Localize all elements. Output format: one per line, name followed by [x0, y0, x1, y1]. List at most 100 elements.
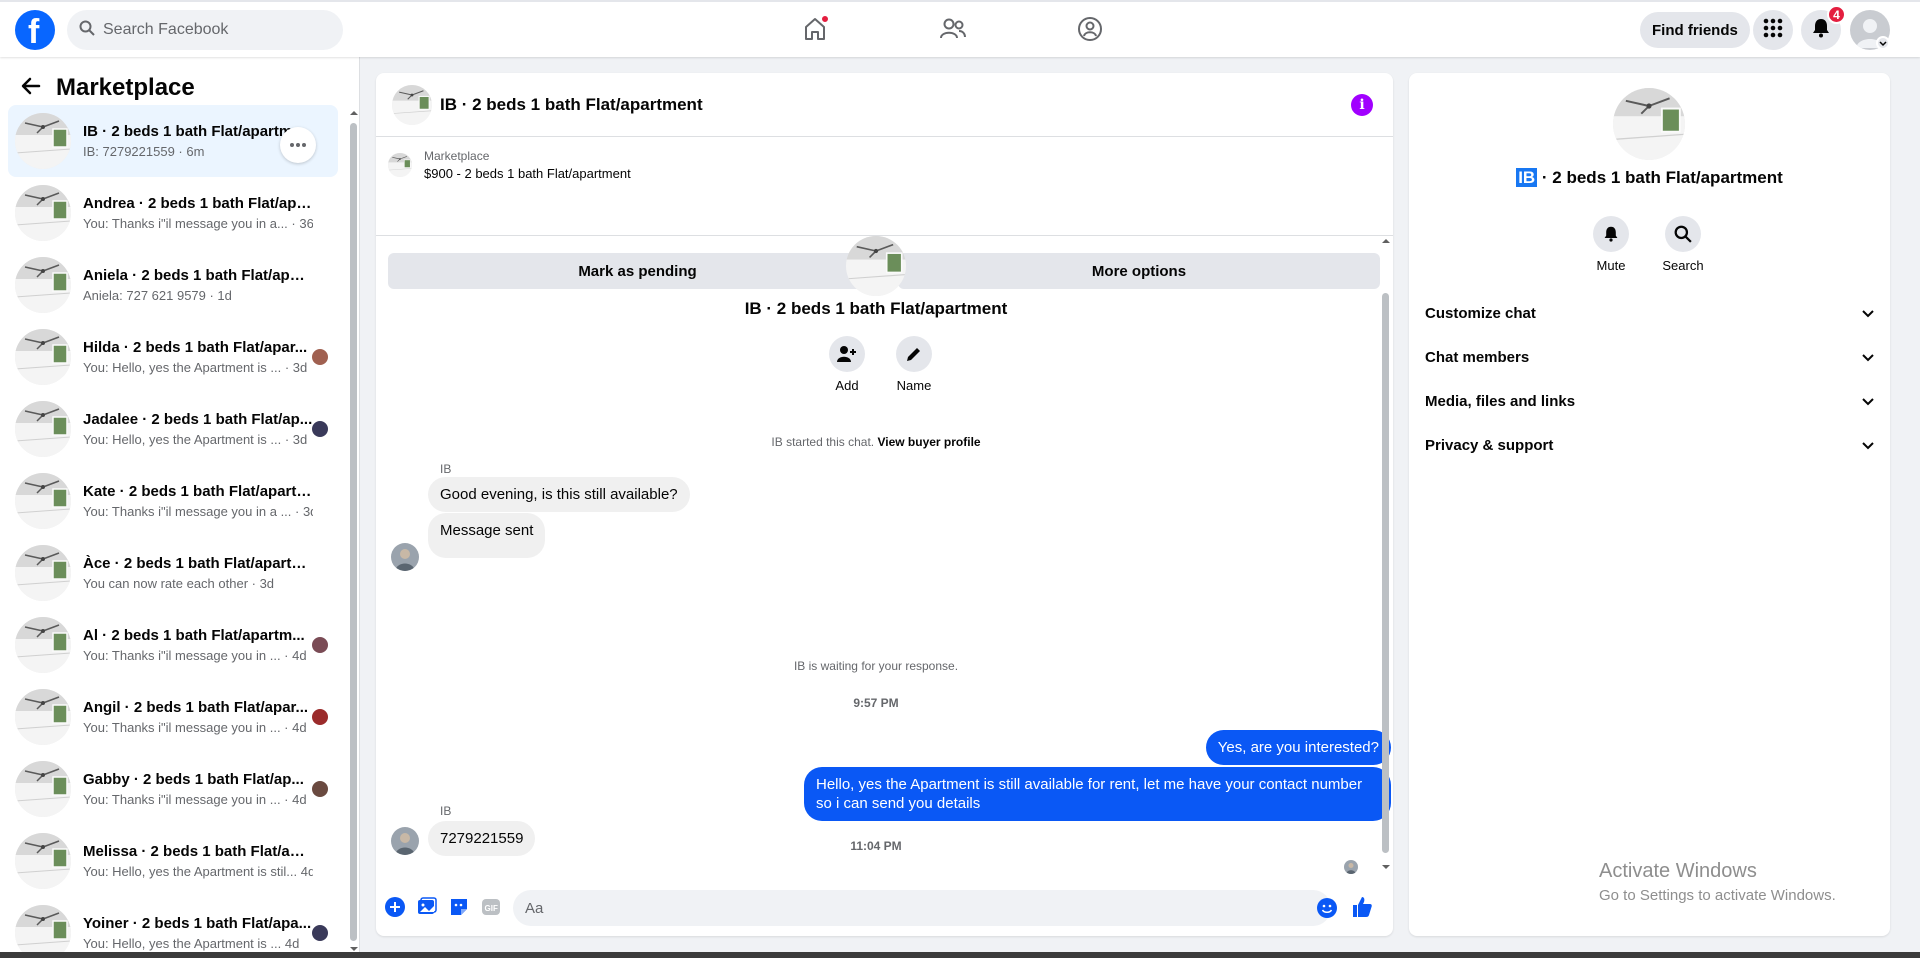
- conversation-thumbnail: [15, 689, 71, 745]
- conversation-preview: You can now rate each other · 3d: [83, 576, 275, 591]
- conversation-preview: You: Hello, yes the Apartment is ... · 3…: [83, 432, 308, 447]
- chat-title[interactable]: IB · 2 beds 1 bath Flat/apartment: [440, 95, 703, 115]
- info-button[interactable]: i: [1351, 94, 1373, 116]
- media-files-links-section[interactable]: Media, files and links: [1425, 379, 1874, 423]
- read-receipt-avatar: [312, 349, 328, 365]
- conversation-item[interactable]: Andrea · 2 beds 1 bath Flat/apar... You: …: [8, 177, 338, 249]
- listing-row[interactable]: Marketplace $900 - 2 beds 1 bath Flat/ap…: [388, 149, 631, 181]
- account-menu-caret[interactable]: [1876, 36, 1890, 50]
- conversation-item[interactable]: Al · 2 beds 1 bath Flat/apartm... You: Th…: [8, 609, 338, 681]
- conversation-thumbnail: [15, 833, 71, 889]
- chat-scrollbar[interactable]: [1380, 237, 1390, 873]
- read-receipt-avatar: [312, 421, 328, 437]
- conversation-preview: You: Thanks i"il message you in a... · 3…: [83, 216, 313, 231]
- conversation-item[interactable]: Aniela · 2 beds 1 bath Flat/apart... Anie…: [8, 249, 338, 321]
- conversation-thumbnail: [15, 617, 71, 673]
- gif-icon[interactable]: GIF: [478, 894, 504, 920]
- chevron-down-icon: [1879, 34, 1887, 52]
- listing-avatar[interactable]: [1613, 88, 1685, 160]
- timestamp: 9:57 PM: [853, 696, 899, 710]
- conversation-item[interactable]: Gabby · 2 beds 1 bath Flat/ap... You: Tha…: [8, 753, 338, 825]
- add-person-icon: [829, 336, 865, 372]
- chevron-down-icon: [1862, 393, 1874, 410]
- sender-name: IB: [440, 462, 452, 476]
- conversation-item[interactable]: Jadalee · 2 beds 1 bath Flat/ap... You: H…: [8, 393, 338, 465]
- message-input[interactable]: [513, 890, 1331, 926]
- customize-chat-section[interactable]: Customize chat: [1425, 291, 1874, 335]
- menu-button[interactable]: [1753, 10, 1793, 50]
- friends-nav-button[interactable]: [933, 11, 973, 51]
- chat-members-section[interactable]: Chat members: [1425, 335, 1874, 379]
- sticker-icon[interactable]: [446, 894, 472, 920]
- outgoing-message[interactable]: Yes, are you interested?: [1205, 730, 1391, 765]
- search-action[interactable]: Search: [1653, 216, 1713, 273]
- activate-windows-watermark: Activate Windows Go to Settings to activ…: [1599, 860, 1836, 904]
- add-label: Add: [835, 378, 859, 393]
- conversation-item[interactable]: Àce · 2 beds 1 bath Flat/apartme... You c…: [8, 537, 338, 609]
- chat-avatar[interactable]: [392, 84, 432, 125]
- conversation-name: Angil · 2 beds 1 bath Flat/apar...: [83, 699, 309, 716]
- name-chat-action[interactable]: Name: [889, 336, 939, 393]
- conversation-preview: You: Hello, yes the Apartment is stil...…: [83, 864, 313, 879]
- arrow-left-icon: [21, 76, 41, 101]
- conversation-thumbnail: [15, 185, 71, 241]
- incoming-message[interactable]: 7279221559: [428, 821, 536, 856]
- section-label: Privacy & support: [1425, 436, 1554, 454]
- conversation-item[interactable]: Melissa · 2 beds 1 bath Flat/apar... You:…: [8, 825, 338, 897]
- conversation-item[interactable]: Hilda · 2 beds 1 bath Flat/apar... You: H…: [8, 321, 338, 393]
- marketplace-inbox-sidebar: Marketplace IB · 2 beds 1 bath Flat/apar…: [0, 57, 360, 958]
- conversation-item[interactable]: Angil · 2 beds 1 bath Flat/apar... You: T…: [8, 681, 338, 753]
- friends-icon: [939, 16, 967, 47]
- search-box[interactable]: [67, 10, 343, 50]
- conversation-thumbnail: [15, 761, 71, 817]
- intro-avatar: [846, 236, 906, 296]
- privacy-support-section[interactable]: Privacy & support: [1425, 423, 1874, 467]
- conversation-preview: Aniela: 727 621 9579 · 1d: [83, 288, 232, 303]
- notifications-button[interactable]: 4: [1801, 5, 1846, 50]
- home-nav-button[interactable]: [795, 11, 835, 51]
- incoming-message[interactable]: Message sent: [428, 513, 546, 558]
- chevron-down-icon: [1862, 305, 1874, 322]
- search-input[interactable]: [103, 21, 323, 39]
- photo-icon[interactable]: [414, 894, 440, 920]
- more-options-icon[interactable]: [280, 127, 316, 163]
- sidebar-scroll-thumb[interactable]: [350, 123, 357, 941]
- name-label: Name: [896, 378, 932, 393]
- emoji-icon[interactable]: [1317, 898, 1337, 923]
- sidebar-title: Marketplace: [56, 74, 195, 101]
- sidebar-header: Marketplace: [14, 71, 195, 105]
- conversation-text: Kate · 2 beds 1 bath Flat/apartm... You: …: [83, 483, 313, 519]
- conversation-item[interactable]: Yoiner · 2 beds 1 bath Flat/apa... You: H…: [8, 897, 338, 958]
- svg-text:f: f: [28, 13, 40, 50]
- svg-text:GIF: GIF: [485, 904, 498, 913]
- conversation-name: Kate · 2 beds 1 bath Flat/apartm...: [83, 483, 313, 500]
- bell-icon: [1811, 18, 1831, 43]
- find-friends-button[interactable]: Find friends: [1640, 12, 1750, 48]
- view-buyer-profile-link[interactable]: View buyer profile: [877, 435, 980, 449]
- back-button[interactable]: [14, 71, 48, 105]
- sender-avatar[interactable]: [391, 827, 419, 855]
- mute-action[interactable]: Mute: [1581, 216, 1641, 273]
- sender-avatar[interactable]: [391, 543, 419, 571]
- incoming-message[interactable]: Good evening, is this still available?: [428, 477, 690, 512]
- seen-receipt-avatar: [1344, 860, 1358, 874]
- groups-nav-button[interactable]: [1070, 11, 1110, 51]
- read-receipt-avatar: [312, 637, 328, 653]
- conversation-item[interactable]: Kate · 2 beds 1 bath Flat/apartm... You: …: [8, 465, 338, 537]
- conversation-name: IB · 2 beds 1 bath Flat/apartment: [83, 123, 313, 140]
- plus-icon[interactable]: [382, 894, 408, 920]
- chat-header: IB · 2 beds 1 bath Flat/apartment i: [376, 73, 1393, 137]
- conversation-item[interactable]: IB · 2 beds 1 bath Flat/apartment IB: 727…: [8, 105, 338, 177]
- message-thread: IB · 2 beds 1 bath Flat/apartment Add Na…: [376, 236, 1391, 873]
- title-text: · 2 beds 1 bath Flat/apartment: [1537, 168, 1783, 187]
- conversation-text: Andrea · 2 beds 1 bath Flat/apar... You: …: [83, 195, 313, 231]
- conversation-text: Yoiner · 2 beds 1 bath Flat/apa... You: H…: [83, 915, 313, 951]
- section-label: Media, files and links: [1425, 392, 1576, 410]
- chat-scroll-thumb[interactable]: [1382, 293, 1389, 853]
- outgoing-message[interactable]: Hello, yes the Apartment is still availa…: [804, 767, 1391, 821]
- sidebar-scrollbar[interactable]: [349, 109, 358, 953]
- add-people-action[interactable]: Add: [822, 336, 872, 393]
- facebook-logo[interactable]: f: [15, 10, 55, 50]
- thumbs-up-icon[interactable]: [1350, 895, 1374, 924]
- conversation-thumbnail: [15, 113, 71, 169]
